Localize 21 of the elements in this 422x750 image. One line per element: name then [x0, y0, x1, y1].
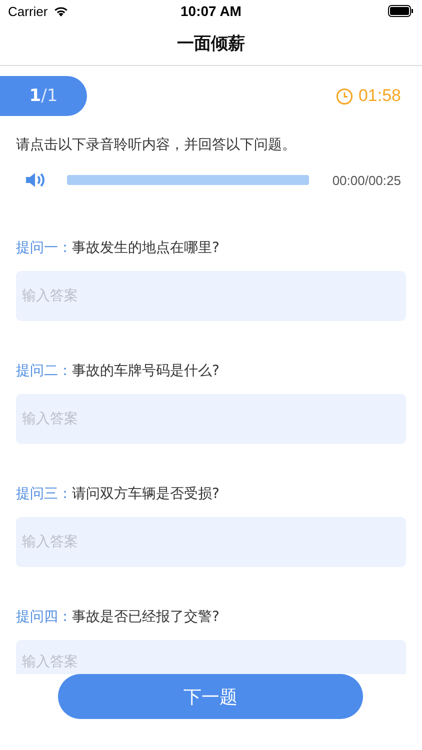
question-text: 事故是否已经报了交警? [72, 608, 220, 626]
clock-time: 10:07 AM [180, 3, 242, 19]
speaker-icon[interactable] [25, 171, 47, 189]
question-label: 提问三： [16, 485, 72, 503]
audio-time: 00:00/00:25 [332, 172, 401, 188]
question-label: 提问四： [16, 608, 72, 626]
instruction-text: 请点击以下录音聆听内容，并回答以下问题。 [16, 136, 297, 154]
question-counter: 1/1 [0, 76, 87, 116]
battery-icon [388, 5, 414, 17]
question-label: 提问二： [16, 362, 72, 380]
countdown-timer: 01:58 [358, 86, 401, 106]
carrier-label: Carrier [8, 4, 48, 18]
clock-icon [336, 88, 354, 104]
question-text: 请问双方车辆是否受损? [72, 485, 220, 503]
next-button[interactable]: 下一题 [58, 674, 363, 719]
question-text: 事故发生的地点在哪里? [72, 239, 220, 257]
question-text: 事故的车牌号码是什么? [72, 362, 220, 380]
wifi-icon [52, 5, 69, 17]
audio-progress-track[interactable] [67, 175, 310, 185]
page-title: 一面倾薪 [177, 33, 245, 55]
question-label: 提问一： [16, 239, 72, 257]
